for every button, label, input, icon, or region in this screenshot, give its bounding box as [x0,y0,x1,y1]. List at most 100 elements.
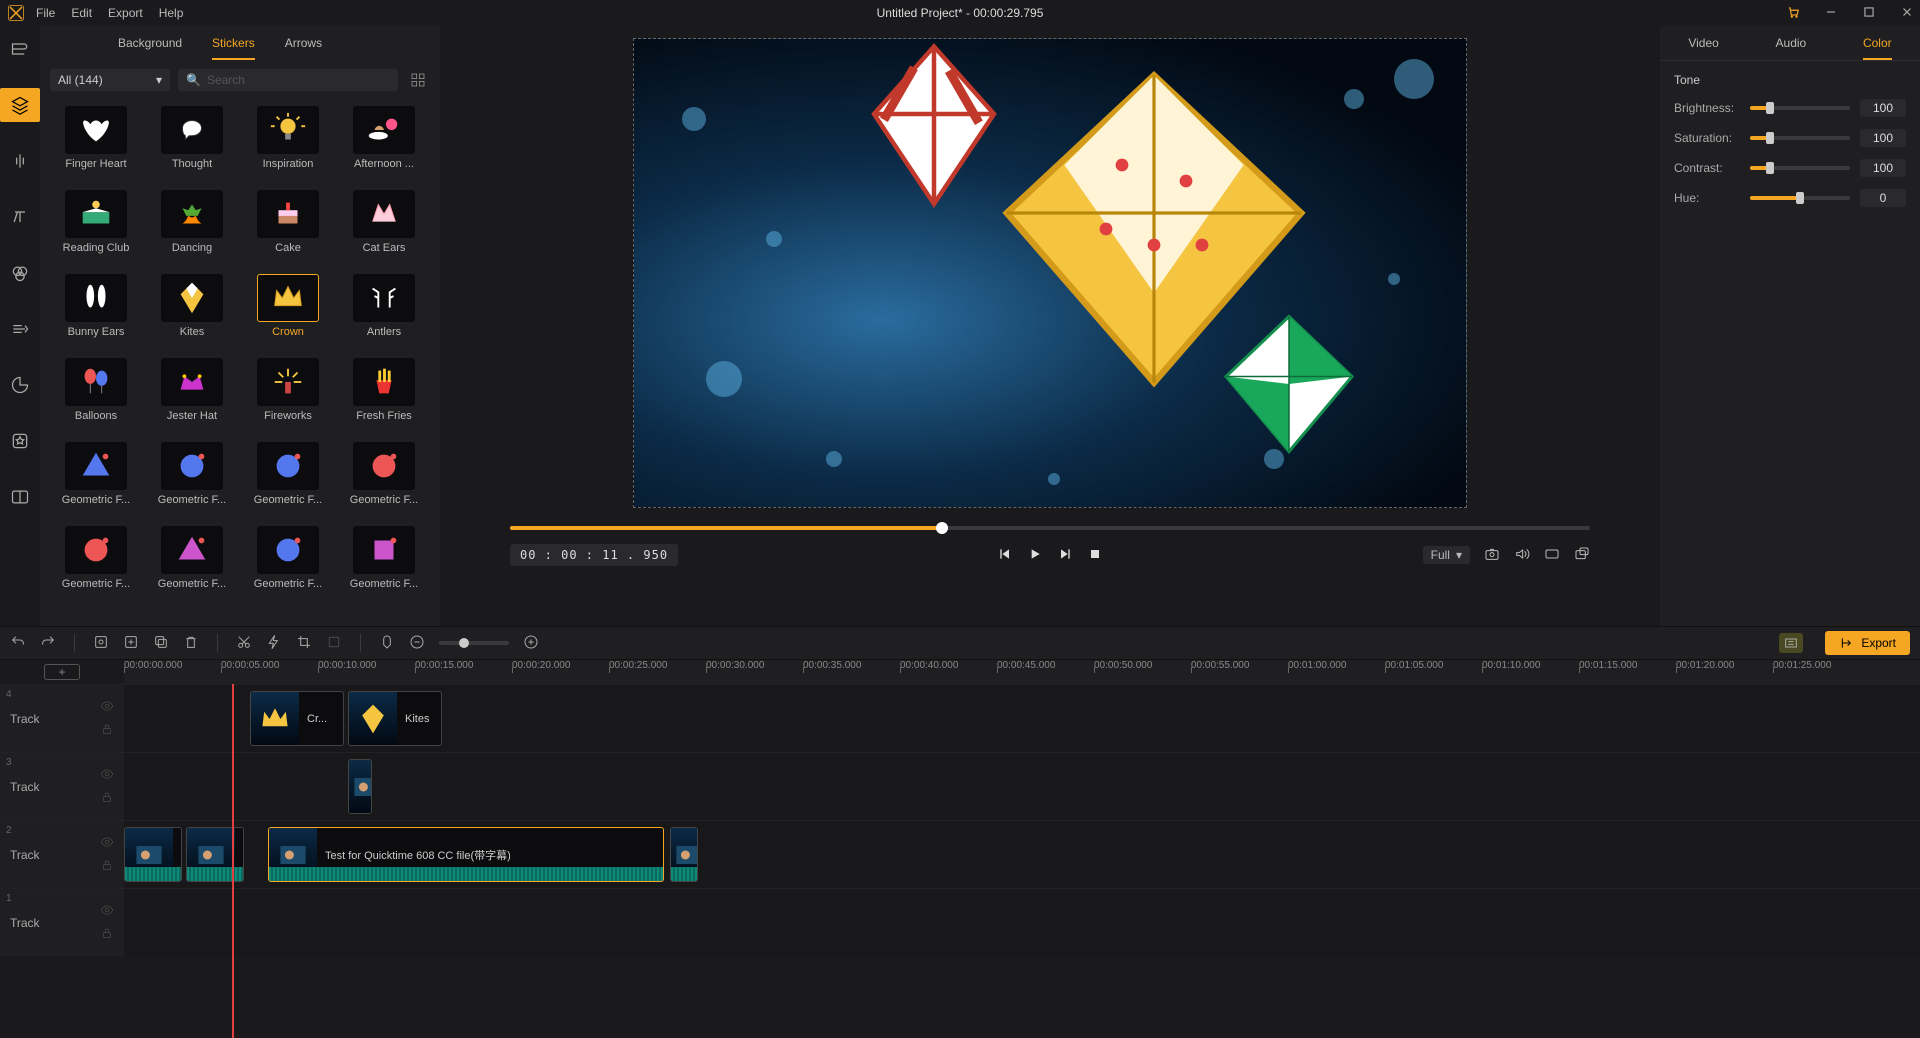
sticker-geometric-f-[interactable]: Geometric F... [146,526,238,606]
sticker-crown[interactable]: Crown [242,274,334,354]
sticker-dancing[interactable]: Dancing [146,190,238,270]
lock-icon[interactable] [100,790,114,807]
copy-icon[interactable] [153,634,169,653]
eye-icon[interactable] [100,699,114,716]
preview-size-select[interactable]: Full▾ [1423,546,1470,564]
sticker-geometric-f-[interactable]: Geometric F... [242,442,334,522]
crop-icon[interactable] [296,634,312,653]
sticker-finger-heart[interactable]: Finger Heart [50,106,142,186]
sticker-cat-ears[interactable]: Cat Ears [338,190,430,270]
hue-value[interactable]: 0 [1860,189,1906,207]
lock-icon[interactable] [100,858,114,875]
detach-icon[interactable] [1574,546,1590,565]
cut-icon[interactable] [236,634,252,653]
track-body[interactable] [124,753,1920,820]
aspect-icon[interactable] [1544,546,1560,565]
preview-canvas[interactable] [633,38,1467,508]
search-input[interactable]: 🔍 Search [178,69,398,91]
brightness-value[interactable]: 100 [1860,99,1906,117]
menu-edit[interactable]: Edit [71,6,92,20]
tab-color[interactable]: Color [1863,36,1892,60]
undo-icon[interactable] [10,634,26,653]
sticker-geometric-f-[interactable]: Geometric F... [338,526,430,606]
grid-view-icon[interactable] [406,68,430,92]
sticker-jester-hat[interactable]: Jester Hat [146,358,238,438]
tab-arrows[interactable]: Arrows [285,36,322,60]
zoom-slider[interactable] [439,641,509,645]
sticker-balloons[interactable]: Balloons [50,358,142,438]
seek-handle[interactable] [936,522,948,534]
sticker-geometric-f-[interactable]: Geometric F... [338,442,430,522]
zoom-out-icon[interactable] [409,634,425,653]
delete-icon[interactable] [183,634,199,653]
eye-icon[interactable] [100,835,114,852]
zoom-in-icon[interactable] [523,634,539,653]
timeline-clip[interactable]: Kites [348,691,442,746]
rail-overlay-icon[interactable] [0,368,40,402]
timeline-ruler[interactable]: 00:00:00.00000:00:05.00000:00:10.00000:0… [124,660,1920,684]
next-frame-button[interactable] [1057,546,1073,565]
eye-icon[interactable] [100,903,114,920]
rotate-icon[interactable] [326,634,342,653]
track-body[interactable]: Test for Quicktime 608 CC file(带字幕) [124,821,1920,888]
rail-filters-icon[interactable] [0,256,40,290]
sticker-geometric-f-[interactable]: Geometric F... [50,526,142,606]
rail-transitions-icon[interactable] [0,312,40,346]
select-icon[interactable] [93,634,109,653]
timeline-clip[interactable]: Test for Quicktime 608 CC file(带字幕) [268,827,664,882]
sticker-cake[interactable]: Cake [242,190,334,270]
playhead[interactable] [232,684,234,1038]
sticker-fresh-fries[interactable]: Fresh Fries [338,358,430,438]
slider-handle[interactable] [1766,132,1774,144]
sticker-afternoon-[interactable]: Afternoon ... [338,106,430,186]
add-track-button[interactable]: + [44,664,80,680]
maximize-button[interactable] [1862,5,1876,22]
sticker-kites[interactable]: Kites [146,274,238,354]
saturation-slider[interactable] [1750,136,1850,140]
timeline-clip[interactable] [670,827,698,882]
stop-button[interactable] [1087,546,1103,565]
sticker-reading-club[interactable]: Reading Club [50,190,142,270]
tab-audio[interactable]: Audio [1776,36,1807,60]
contrast-value[interactable]: 100 [1860,159,1906,177]
menu-file[interactable]: File [36,6,55,20]
rail-elements-icon[interactable] [0,424,40,458]
rail-layers-icon[interactable] [0,88,40,122]
filter-dropdown[interactable]: All (144) ▾ [50,69,170,91]
saturation-value[interactable]: 100 [1860,129,1906,147]
hue-slider[interactable] [1750,196,1850,200]
sticker-fireworks[interactable]: Fireworks [242,358,334,438]
auto-fit-icon[interactable] [1779,633,1803,653]
sticker-thought[interactable]: Thought [146,106,238,186]
track-body[interactable] [124,889,1920,956]
rail-text-icon[interactable] [0,200,40,234]
timeline-clip[interactable] [348,759,372,814]
snapshot-icon[interactable] [1484,546,1500,565]
timeline-clip[interactable] [124,827,182,882]
prev-frame-button[interactable] [997,546,1013,565]
tab-video[interactable]: Video [1688,36,1718,60]
timeline-clip[interactable]: Cr... [250,691,344,746]
marker-icon[interactable] [379,634,395,653]
lock-icon[interactable] [100,722,114,739]
volume-icon[interactable] [1514,546,1530,565]
sticker-geometric-f-[interactable]: Geometric F... [50,442,142,522]
menu-help[interactable]: Help [159,6,184,20]
tab-stickers[interactable]: Stickers [212,36,255,60]
slider-handle[interactable] [1766,162,1774,174]
menu-export[interactable]: Export [108,6,143,20]
speed-icon[interactable] [266,634,282,653]
contrast-slider[interactable] [1750,166,1850,170]
track-body[interactable]: Cr...Kites [124,685,1920,752]
sticker-inspiration[interactable]: Inspiration [242,106,334,186]
rail-split-icon[interactable] [0,480,40,514]
slider-handle[interactable] [1796,192,1804,204]
export-button[interactable]: Export [1825,631,1910,655]
rail-media-icon[interactable] [0,32,40,66]
cart-icon[interactable] [1786,5,1800,22]
sticker-geometric-f-[interactable]: Geometric F... [146,442,238,522]
brightness-slider[interactable] [1750,106,1850,110]
sticker-bunny-ears[interactable]: Bunny Ears [50,274,142,354]
redo-icon[interactable] [40,634,56,653]
lock-icon[interactable] [100,926,114,943]
